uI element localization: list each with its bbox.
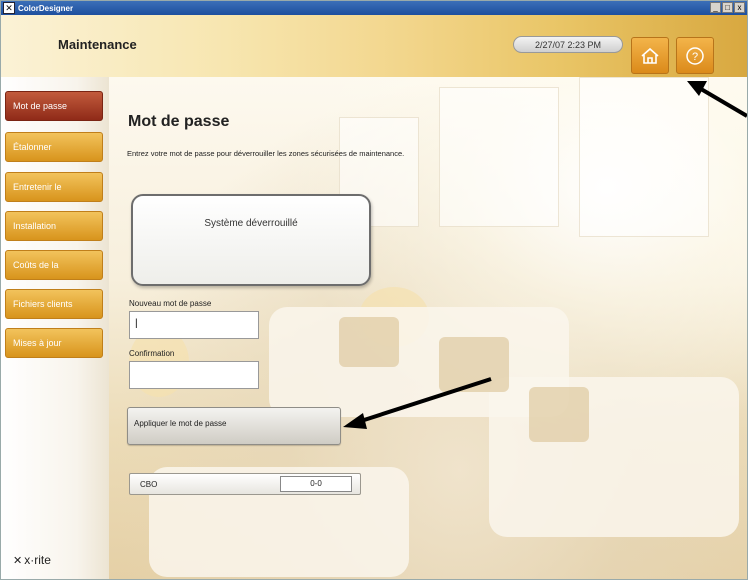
datetime-display: 2/27/07 2:23 PM <box>513 36 623 53</box>
xrite-logo: ✕ x·rite <box>13 553 51 567</box>
cbo-label: CBO <box>140 480 158 489</box>
sidebar-item-updates[interactable]: Mises à jour <box>5 328 103 358</box>
header-band: Maintenance 2/27/07 2:23 PM ? <box>1 15 747 77</box>
app-logo-icon: ✕ <box>3 2 15 14</box>
sidebar: Mot de passe Étalonner Entretenir le Ins… <box>1 77 109 579</box>
section-title: Maintenance <box>58 37 137 52</box>
minimize-button[interactable]: _ <box>710 2 721 13</box>
instructions-text: Entrez votre mot de passe pour déverroui… <box>127 149 405 158</box>
page-title: Mot de passe <box>128 113 230 130</box>
new-password-label: Nouveau mot de passe <box>129 299 212 308</box>
xrite-brand-text: x·rite <box>24 553 51 567</box>
sidebar-item-client-files[interactable]: Fichiers clients <box>5 289 103 319</box>
status-panel: Système déverrouillé <box>131 194 371 286</box>
cbo-bar: CBO 0-0 <box>129 473 361 495</box>
confirm-password-input[interactable] <box>129 361 259 389</box>
maximize-button[interactable]: □ <box>722 2 733 13</box>
window-title: ColorDesigner <box>18 3 74 13</box>
help-icon: ? <box>686 46 704 65</box>
xrite-logo-icon: ✕ <box>13 554 23 567</box>
svg-text:?: ? <box>692 51 698 63</box>
confirm-password-label: Confirmation <box>129 349 175 358</box>
status-text: Système déverrouillé <box>204 218 298 229</box>
main-content: Mot de passe Entrez votre mot de passe p… <box>109 77 747 579</box>
sidebar-item-installation[interactable]: Installation <box>5 211 103 241</box>
sidebar-item-calibrate[interactable]: Étalonner <box>5 132 103 162</box>
cbo-value-field: 0-0 <box>280 476 352 492</box>
home-icon <box>641 47 659 64</box>
help-button[interactable]: ? <box>676 37 714 74</box>
sidebar-item-password[interactable]: Mot de passe <box>5 91 103 121</box>
sidebar-item-costs[interactable]: Coûts de la <box>5 250 103 280</box>
new-password-input[interactable]: | <box>129 311 259 339</box>
title-bar: ✕ ColorDesigner _ □ x <box>1 1 747 15</box>
apply-password-button[interactable]: Appliquer le mot de passe <box>127 407 341 445</box>
home-button[interactable] <box>631 37 669 74</box>
sidebar-item-maintain[interactable]: Entretenir le <box>5 172 103 202</box>
app-window: ✕ ColorDesigner _ □ x Maintenance 2/27/0… <box>0 0 748 580</box>
close-button[interactable]: x <box>734 2 745 13</box>
